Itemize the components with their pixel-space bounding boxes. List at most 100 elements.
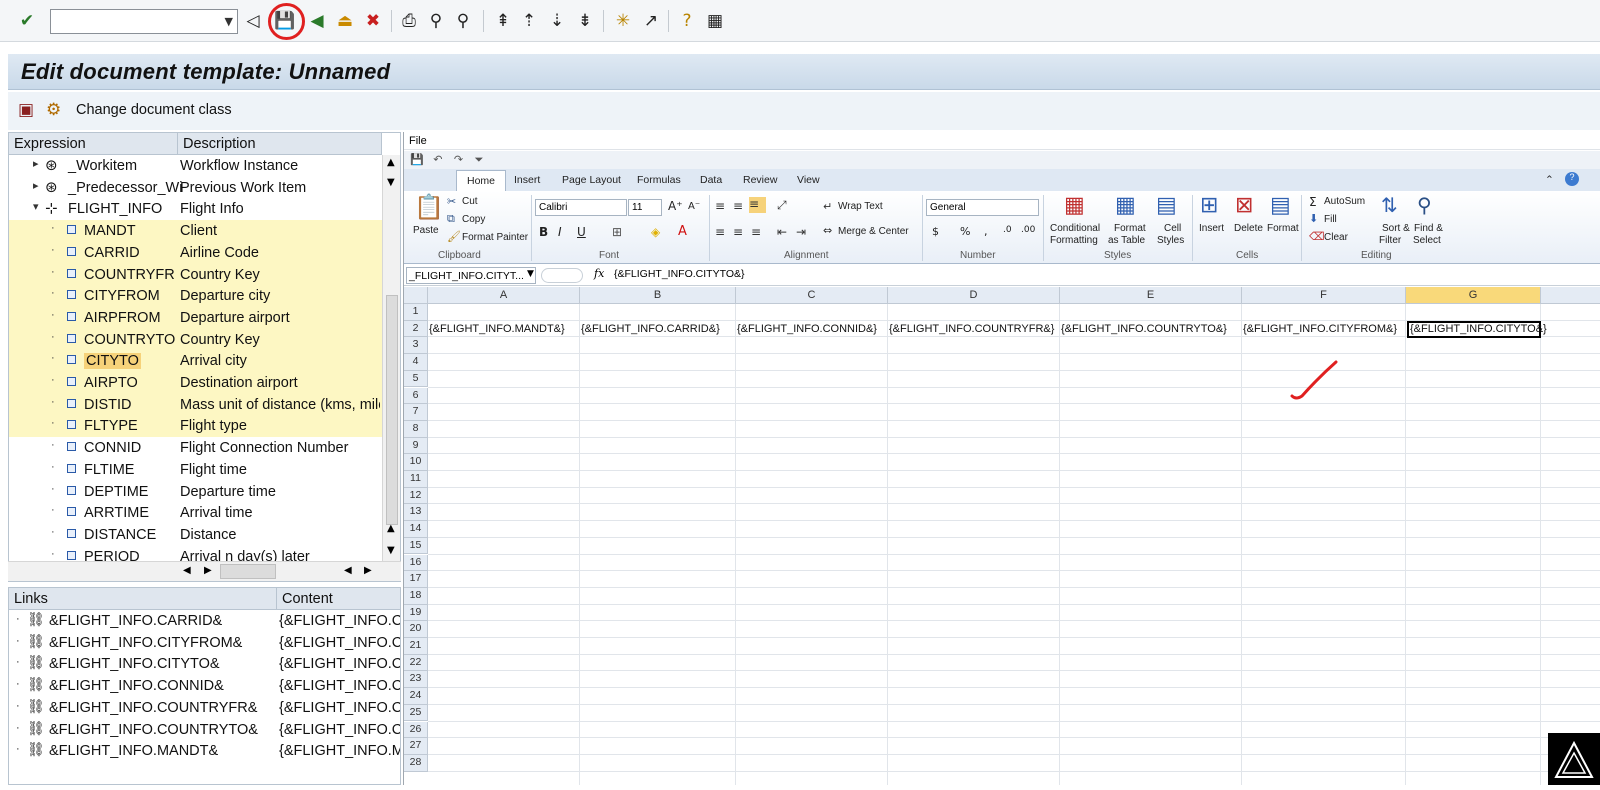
row-header[interactable]: 20	[404, 621, 428, 638]
format-as-table-icon[interactable]: ▦	[1115, 193, 1136, 218]
scroll-right-icon[interactable]: ▶	[204, 565, 212, 576]
fill-icon[interactable]: ⬇	[1309, 212, 1318, 225]
fill-button[interactable]: Fill	[1324, 214, 1337, 225]
clear-button[interactable]: Clear	[1324, 232, 1348, 243]
cell[interactable]: {&FLIGHT_INFO.COUNTRYFR&}	[889, 321, 1060, 338]
cell[interactable]: {&FLIGHT_INFO.MANDT&}	[429, 321, 580, 338]
row-header[interactable]: 28	[404, 754, 428, 772]
align-left-icon[interactable]: ≡	[715, 225, 725, 239]
cell-styles-button-line1[interactable]: Cell	[1164, 223, 1181, 234]
sort-filter-icon[interactable]: ⇅	[1381, 193, 1398, 217]
scroll-right-icon[interactable]: ▶	[364, 565, 372, 576]
merge-center-button[interactable]: Merge & Center	[838, 226, 909, 237]
back-nav-icon[interactable]: ◁	[242, 10, 264, 32]
first-page-icon[interactable]: ⇞	[492, 10, 514, 32]
underline-icon[interactable]: U	[577, 225, 586, 239]
prev-page-icon[interactable]: ⇡	[518, 10, 540, 32]
format-cells-button[interactable]: Format	[1267, 223, 1299, 234]
row-header[interactable]: 21	[404, 638, 428, 655]
column-header-links[interactable]: Links	[9, 588, 277, 610]
tree-vertical-scrollbar[interactable]: ▲ ▼ ▲ ▼	[382, 155, 400, 581]
fill-color-icon[interactable]: ◈	[651, 225, 660, 239]
tab-home[interactable]: Home	[456, 170, 507, 191]
row-header[interactable]: 24	[404, 688, 428, 705]
back-icon[interactable]: ◀	[306, 10, 328, 32]
column-header-description[interactable]: Description	[178, 133, 382, 155]
conditional-formatting-icon[interactable]: ▦	[1064, 193, 1085, 218]
column-header[interactable]: E	[1060, 287, 1242, 304]
tree-row[interactable]: · CONNID Flight Connection Number	[9, 437, 382, 459]
scroll-down-icon[interactable]: ▼	[387, 545, 395, 556]
delete-cells-icon[interactable]: ⊠	[1235, 193, 1253, 218]
column-header[interactable]: C	[736, 287, 888, 304]
cell-styles-icon[interactable]: ▤	[1156, 193, 1177, 218]
tree-row[interactable]: · DISTANCE Distance	[9, 524, 382, 546]
scroll-left-icon[interactable]: ◀	[183, 565, 191, 576]
row-header[interactable]: 5	[404, 370, 428, 388]
copy-icon[interactable]: ⧉	[447, 212, 455, 226]
enter-icon[interactable]: ✔	[16, 10, 38, 32]
row-header[interactable]: 19	[404, 604, 428, 622]
tree-row[interactable]: · COUNTRYFR Country Key	[9, 263, 382, 286]
format-painter-button[interactable]: Format Painter	[462, 232, 528, 243]
cancel-icon[interactable]: ✖	[362, 10, 384, 32]
column-header-content[interactable]: Content	[277, 588, 400, 610]
row-header[interactable]: 9	[404, 437, 428, 455]
row-header[interactable]: 25	[404, 704, 428, 722]
clear-icon[interactable]: ⌫	[1309, 230, 1325, 243]
formula-bar-splitter[interactable]	[541, 268, 583, 283]
tree-row[interactable]: · MANDT Client	[9, 220, 382, 243]
find-select-button-line1[interactable]: Find &	[1414, 223, 1443, 234]
redo-icon[interactable]: ↷	[454, 153, 463, 166]
cell[interactable]: {&FLIGHT_INFO.COUNTRYTO&}	[1061, 321, 1242, 338]
last-page-icon[interactable]: ⇟	[574, 10, 596, 32]
shortcut-icon[interactable]: ↗	[640, 10, 662, 32]
row-header[interactable]: 4	[404, 354, 428, 371]
delete-cells-button[interactable]: Delete	[1234, 223, 1263, 234]
comma-icon[interactable]: ,	[984, 225, 988, 238]
scroll-up-icon[interactable]: ▲	[387, 157, 395, 168]
row-header[interactable]: 16	[404, 554, 428, 572]
tree-row[interactable]: · ARRTIME Arrival time	[9, 502, 382, 524]
autosum-icon[interactable]: Σ	[1309, 195, 1317, 209]
format-cells-icon[interactable]: ▤	[1270, 193, 1291, 218]
row-header[interactable]: 27	[404, 738, 428, 755]
font-size-select[interactable]: 11	[628, 199, 662, 216]
customize-layout-icon[interactable]: ▦	[704, 10, 726, 32]
cut-button[interactable]: Cut	[462, 196, 478, 207]
name-box[interactable]: _FLIGHT_INFO.CITYT...	[406, 267, 536, 284]
cut-icon[interactable]: ✂	[447, 195, 456, 208]
scroll-thumb[interactable]	[386, 295, 398, 525]
command-field[interactable]: ▼	[50, 9, 238, 34]
row-header[interactable]: 23	[404, 671, 428, 689]
column-header-expression[interactable]: Expression	[9, 133, 178, 155]
decrease-indent-icon[interactable]: ⇤	[777, 225, 787, 239]
column-header[interactable]: D	[888, 287, 1060, 304]
scroll-up-icon[interactable]: ▲	[387, 523, 395, 534]
formula-input[interactable]: {&FLIGHT_INFO.CITYTO&}	[614, 268, 745, 280]
tree-row[interactable]: · FLTIME Flight time	[9, 459, 382, 481]
shrink-font-icon[interactable]: A⁻	[688, 201, 700, 212]
save-icon[interactable]: 💾	[410, 153, 424, 166]
tab-insert[interactable]: Insert	[514, 174, 540, 186]
tree-row[interactable]: · CITYFROM Departure city	[9, 285, 382, 308]
link-row[interactable]: · ⛓&FLIGHT_INFO.CITYFROM& {&FLIGHT_INFO.CI…	[9, 632, 400, 654]
merge-center-icon[interactable]: ⇔	[823, 224, 832, 237]
insert-cells-button[interactable]: Insert	[1199, 223, 1224, 234]
change-document-class-button[interactable]: Change document class	[76, 102, 232, 118]
column-header[interactable]: A	[428, 287, 580, 304]
row-header[interactable]: 14	[404, 521, 428, 538]
column-header[interactable]: F	[1242, 287, 1406, 304]
new-session-icon[interactable]: ✳	[612, 10, 634, 32]
file-menu[interactable]: File	[404, 132, 1600, 150]
align-middle-icon[interactable]: ≡	[733, 199, 743, 213]
wrap-text-icon[interactable]: ↵	[823, 200, 832, 213]
tree-row[interactable]: · CARRID Airline Code	[9, 241, 382, 264]
column-header[interactable]: G	[1406, 287, 1541, 304]
sort-filter-button-line1[interactable]: Sort &	[1382, 223, 1410, 234]
tree-row[interactable]: · AIRPFROM Departure airport	[9, 306, 382, 329]
link-row[interactable]: · ⛓ &FLIGHT_INFO.COUNTRYFR& {&FLIGHT_INFO.C…	[9, 697, 400, 719]
exit-icon[interactable]: ⏏	[334, 10, 356, 32]
cell[interactable]: {&FLIGHT_INFO.CARRID&}	[581, 321, 736, 338]
tree-horizontal-scrollbar[interactable]: ◀ ▶ ◀ ▶	[8, 561, 401, 581]
